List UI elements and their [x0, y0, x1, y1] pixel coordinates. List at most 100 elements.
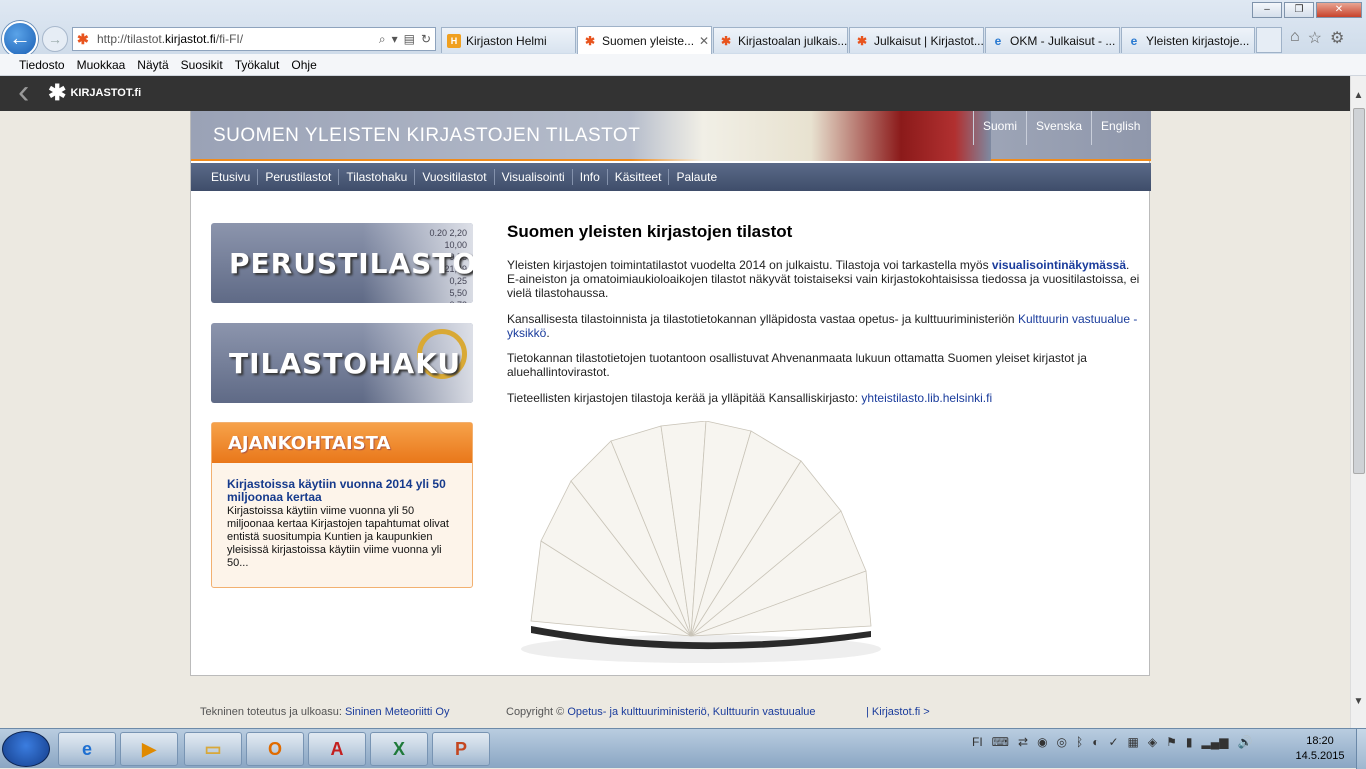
- kirjastot-fi-link[interactable]: | Kirjastot.fi >: [866, 706, 930, 718]
- bluetooth-icon[interactable]: ᛒ: [1076, 735, 1083, 749]
- norton-icon[interactable]: ◎: [1057, 735, 1067, 749]
- tab-suomen-yleiste[interactable]: ✱ Suomen yleiste... ✕: [577, 26, 712, 54]
- yhteistilasto-link[interactable]: yhteistilasto.lib.helsinki.fi: [861, 391, 992, 405]
- scroll-thumb[interactable]: [1353, 108, 1365, 474]
- footer-tech-label: Tekninen toteutus ja ulkoasu:: [200, 706, 342, 718]
- menu-tiedosto[interactable]: Tiedosto: [13, 58, 71, 72]
- volume-icon[interactable]: 🔊: [1237, 735, 1252, 749]
- tab-label: Kirjastoalan julkais...: [738, 33, 848, 48]
- open-book-image: [521, 421, 881, 663]
- device-icon[interactable]: ▦: [1128, 735, 1139, 749]
- refresh-icon[interactable]: ↻: [421, 32, 431, 47]
- check-icon[interactable]: ✓: [1108, 735, 1118, 749]
- vertical-scrollbar[interactable]: ▲ ▼: [1350, 76, 1366, 728]
- lang-svenska[interactable]: Svenska: [1026, 111, 1091, 145]
- tab-kirjastoalan-julkais[interactable]: ✱ Kirjastoalan julkais...: [713, 27, 848, 53]
- antivirus-icon[interactable]: ◈: [1148, 735, 1157, 749]
- responsibility-paragraph: Kansallisesta tilastoinnista ja tilastot…: [507, 312, 1143, 340]
- chevron-left-icon[interactable]: ‹: [18, 75, 40, 111]
- production-paragraph: Tietokannan tilastotietojen tuotantoon o…: [507, 351, 1087, 379]
- nav-kasitteet[interactable]: Käsitteet: [608, 169, 670, 185]
- p1-text: Yleisten kirjastojen toimintatilastot vu…: [507, 258, 992, 272]
- tab-label: Julkaisut | Kirjastot...: [874, 33, 984, 48]
- dropdown-icon[interactable]: ▾: [392, 32, 398, 47]
- scroll-up-icon[interactable]: ▲: [1351, 90, 1366, 106]
- internet-explorer-taskbar-icon[interactable]: e: [58, 732, 116, 766]
- start-button[interactable]: [2, 731, 50, 767]
- page-title: Suomen yleisten kirjastojen tilastot: [507, 222, 793, 241]
- nav-vuositilastot[interactable]: Vuositilastot: [415, 169, 495, 185]
- main-nav: Etusivu Perustilastot Tilastohaku Vuosit…: [191, 163, 1151, 191]
- address-url: http://tilastot.kirjastot.fi/fi-FI/: [97, 32, 244, 46]
- tilastohaku-label: TILASTOHAKU: [229, 347, 462, 380]
- window-controls: – ❐ ✕: [1252, 2, 1362, 18]
- perustilastot-button[interactable]: 0.20 2,20 10,00 9,55 21,49 0,25 5,50 0,7…: [211, 223, 473, 303]
- tab-okm-julkaisut[interactable]: e OKM - Julkaisut - ...: [985, 27, 1120, 53]
- footer-kirjastot: | Kirjastot.fi >: [866, 706, 930, 718]
- outlook-taskbar-icon[interactable]: O: [246, 732, 304, 766]
- tilastohaku-button[interactable]: TILASTOHAKU: [211, 323, 473, 403]
- security-icon[interactable]: ◉: [1037, 735, 1047, 749]
- battery-icon[interactable]: ▮: [1186, 735, 1193, 749]
- kirjastot-icon: ✱: [720, 33, 732, 48]
- news-item-title[interactable]: Kirjastoissa käytiin vuonna 2014 yli 50 …: [227, 478, 462, 504]
- clock[interactable]: 18:20 14.5.2015: [1290, 734, 1350, 764]
- tab-yleisten-kirjastoje[interactable]: e Yleisten kirjastoje...: [1121, 27, 1255, 53]
- new-tab-button[interactable]: [1256, 27, 1282, 53]
- settings-gear-icon[interactable]: ⚙: [1330, 28, 1344, 48]
- maximize-button[interactable]: ❐: [1284, 2, 1314, 18]
- acrobat-taskbar-icon[interactable]: A: [308, 732, 366, 766]
- signal-icon[interactable]: ▂▄▆: [1202, 735, 1229, 749]
- flag-icon[interactable]: ⚑: [1166, 735, 1177, 749]
- compatibility-icon[interactable]: ▤: [404, 32, 415, 47]
- language-switcher: Suomi Svenska English: [973, 111, 1149, 145]
- kirjastot-logo[interactable]: ✱ KIRJASTOT.fi: [48, 82, 141, 104]
- minimize-button[interactable]: –: [1252, 2, 1282, 18]
- back-button[interactable]: ←: [2, 21, 38, 57]
- tab-label: Yleisten kirjastoje...: [1146, 33, 1250, 48]
- keyboard-icon[interactable]: ⌨: [992, 735, 1009, 749]
- nav-etusivu[interactable]: Etusivu: [204, 169, 259, 185]
- home-icon[interactable]: ⌂: [1290, 28, 1300, 48]
- favorites-star-icon[interactable]: ☆: [1308, 28, 1322, 48]
- tab-kirjaston-helmi[interactable]: H Kirjaston Helmi: [441, 27, 576, 53]
- tab-julkaisut-kirjastot[interactable]: ✱ Julkaisut | Kirjastot...: [849, 27, 984, 53]
- media-player-taskbar-icon[interactable]: ▶: [120, 732, 178, 766]
- ie-icon: e: [1130, 33, 1138, 48]
- excel-taskbar-icon[interactable]: X: [370, 732, 428, 766]
- menu-ohje[interactable]: Ohje: [285, 58, 322, 72]
- menu-nayta[interactable]: Näytä: [131, 58, 174, 72]
- powerpoint-taskbar-icon[interactable]: P: [432, 732, 490, 766]
- scroll-down-icon[interactable]: ▼: [1351, 696, 1366, 712]
- tab-label: Suomen yleiste...: [602, 33, 695, 48]
- nav-perustilastot[interactable]: Perustilastot: [258, 169, 340, 185]
- file-explorer-taskbar-icon[interactable]: ▭: [184, 732, 242, 766]
- windows-taskbar: e ▶ ▭ O A X P FI ⌨ ⇄ ◉ ◎ ᛒ ◐ ✓ ▦ ◈ ⚑ ▮ ▂…: [0, 728, 1366, 769]
- lang-english[interactable]: English: [1091, 111, 1149, 145]
- menu-suosikit[interactable]: Suosikit: [175, 58, 229, 72]
- update-icon[interactable]: ◐: [1092, 735, 1099, 749]
- network-sync-icon[interactable]: ⇄: [1018, 735, 1028, 749]
- tab-label: Kirjaston Helmi: [466, 33, 547, 48]
- news-item-text: Kirjastoissa käytiin viime vuonna yli 50…: [227, 505, 449, 569]
- show-desktop-button[interactable]: [1356, 729, 1366, 769]
- nav-tilastohaku[interactable]: Tilastohaku: [339, 169, 416, 185]
- lang-suomi[interactable]: Suomi: [973, 111, 1026, 145]
- okm-link[interactable]: Opetus- ja kulttuuriministeriö, Kulttuur…: [567, 706, 815, 718]
- menu-muokkaa[interactable]: Muokkaa: [71, 58, 132, 72]
- nav-palaute[interactable]: Palaute: [669, 169, 724, 185]
- menu-tyokalut[interactable]: Työkalut: [229, 58, 286, 72]
- p2-text: Kansallisesta tilastoinnista ja tilastot…: [507, 312, 1018, 326]
- academic-paragraph: Tieteellisten kirjastojen tilastoja kerä…: [507, 391, 1143, 405]
- close-window-button[interactable]: ✕: [1316, 2, 1362, 18]
- address-bar[interactable]: ✱ http://tilastot.kirjastot.fi/fi-FI/ ⌕ …: [72, 27, 436, 51]
- input-language[interactable]: FI: [972, 735, 983, 749]
- forward-button[interactable]: →: [42, 26, 68, 52]
- sininen-meteoriitti-link[interactable]: Sininen Meteoriitti Oy: [345, 706, 450, 718]
- visualisointi-link[interactable]: visualisointinäkymässä: [992, 258, 1126, 272]
- nav-visualisointi[interactable]: Visualisointi: [495, 169, 573, 185]
- search-icon[interactable]: ⌕: [379, 32, 386, 47]
- system-tray: FI ⌨ ⇄ ◉ ◎ ᛒ ◐ ✓ ▦ ◈ ⚑ ▮ ▂▄▆ 🔊: [972, 735, 1252, 749]
- close-tab-icon[interactable]: ✕: [699, 34, 709, 48]
- nav-info[interactable]: Info: [573, 169, 608, 185]
